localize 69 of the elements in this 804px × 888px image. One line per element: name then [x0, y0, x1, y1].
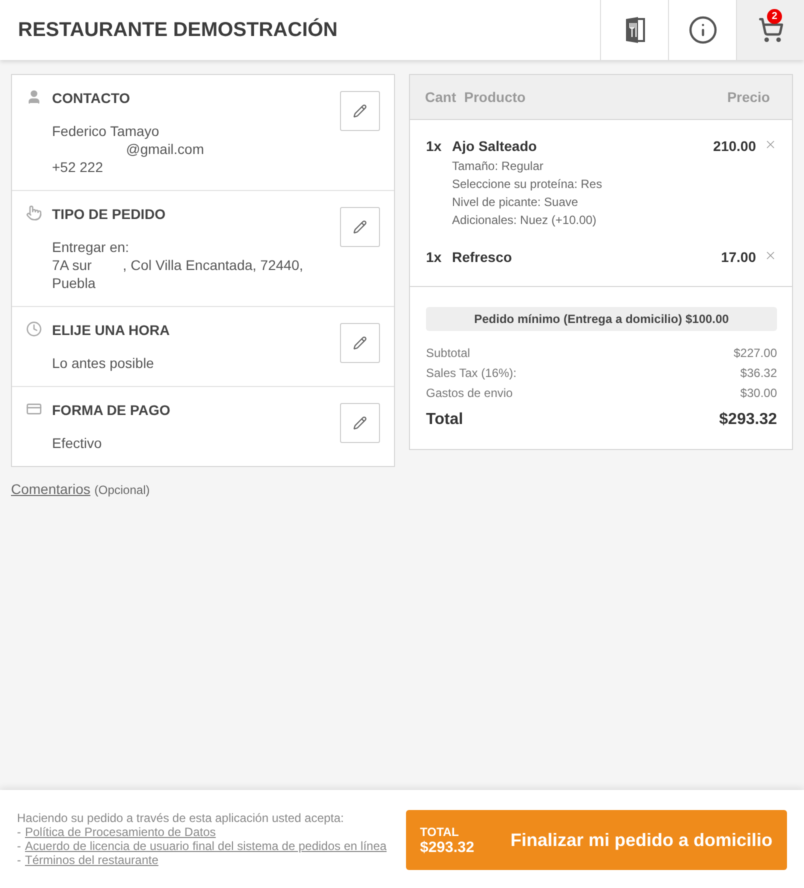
clock-icon: [26, 321, 42, 337]
edit-button[interactable]: [340, 207, 380, 247]
info-icon: [688, 15, 718, 45]
column-header: Cant: [425, 89, 456, 105]
pencil-icon: [353, 104, 367, 118]
legal-link[interactable]: Política de Procesamiento de Datos: [25, 825, 216, 839]
edit-button[interactable]: [340, 91, 380, 131]
pencil-icon: [353, 220, 367, 234]
pencil-icon: [353, 336, 367, 350]
person-icon: [26, 89, 42, 105]
info-button[interactable]: [668, 0, 736, 60]
close-icon: [764, 249, 777, 262]
column-header: Precio: [727, 89, 770, 105]
section-title: ELIJE UNA HORA: [52, 322, 171, 338]
section-text: Federico Tamayo: [52, 122, 160, 140]
cart-button[interactable]: 2: [736, 0, 804, 60]
item-option: Seleccione su proteína: Res: [452, 175, 714, 193]
item-name: Refresco: [452, 249, 513, 265]
checkout-total-value: $293.32: [420, 838, 474, 856]
cart-icon: [758, 17, 784, 43]
summary-label: Sales Tax (16%):: [426, 365, 516, 382]
menu-button[interactable]: [600, 0, 668, 60]
dash-text: -: [17, 839, 21, 853]
dash-text: -: [17, 825, 21, 839]
section-text: +52 222: [52, 158, 104, 176]
item-quantity: 1x: [426, 249, 443, 267]
total-label: Total: [426, 411, 464, 429]
section-text: Puebla: [52, 274, 97, 292]
section-text: Lo antes posible: [52, 354, 155, 372]
summary-value: $30.00: [740, 385, 777, 402]
optional-note: (Opcional): [94, 483, 150, 497]
section-text: Entregar en:: [52, 238, 130, 256]
card-icon: [26, 401, 42, 417]
legal-link[interactable]: Términos del restaurante: [25, 853, 158, 867]
close-icon: [764, 138, 777, 151]
legal-text: Haciendo su pedido a través de esta aplicación usted acepta:: [17, 811, 345, 825]
section-title: TIPO DE PEDIDO: [52, 206, 167, 222]
section-text: 7A sur , Col Villa Encantada, 72440,: [52, 256, 304, 274]
item-option: Adicionales: Nuez (+10.00): [452, 211, 714, 229]
section-title: FORMA DE PAGO: [52, 402, 172, 418]
hand-pointer-icon: [26, 205, 42, 221]
column-header: Producto: [464, 89, 527, 105]
restaurant-title: RESTAURANTE DEMOSTRACIÓN: [17, 17, 339, 42]
edit-button[interactable]: [340, 403, 380, 443]
section-title: CONTACTO: [52, 90, 132, 106]
summary-value: $36.32: [740, 365, 777, 382]
summary-label: Subtotal: [426, 345, 470, 362]
item-price: 210.00: [713, 138, 756, 156]
edit-button[interactable]: [340, 323, 380, 363]
summary-value: $227.00: [734, 345, 777, 362]
checkout-button[interactable]: TOTAL $293.32 Finalizar mi pedido a domicilio: [406, 810, 787, 870]
legal-link[interactable]: Acuerdo de licencia de usuario final del sistema de pedidos en línea: [25, 839, 387, 853]
item-price: 17.00: [720, 249, 756, 267]
dash-text: -: [17, 853, 21, 867]
comments-link[interactable]: Comentarios: [11, 481, 90, 497]
count-badge: 2: [767, 9, 782, 24]
total-value: $293.32: [719, 411, 777, 429]
minimum-order-notice: Pedido mínimo (Entrega a domicilio) $100.00: [426, 307, 777, 331]
item-option: Nivel de picante: Suave: [452, 193, 714, 211]
section-text: Efectivo: [52, 434, 103, 452]
door-utensils-icon: [624, 16, 646, 44]
item-option: Tamaño: Regular: [452, 157, 714, 175]
checkout-label: Finalizar mi pedido a domicilio: [510, 830, 773, 850]
section-text: @gmail.com: [125, 140, 206, 158]
item-name: Ajo Salteado: [452, 138, 538, 154]
pencil-icon: [353, 416, 367, 430]
item-quantity: 1x: [426, 138, 443, 156]
checkout-total-label: TOTAL: [420, 824, 459, 838]
summary-label: Gastos de envio: [426, 385, 513, 402]
